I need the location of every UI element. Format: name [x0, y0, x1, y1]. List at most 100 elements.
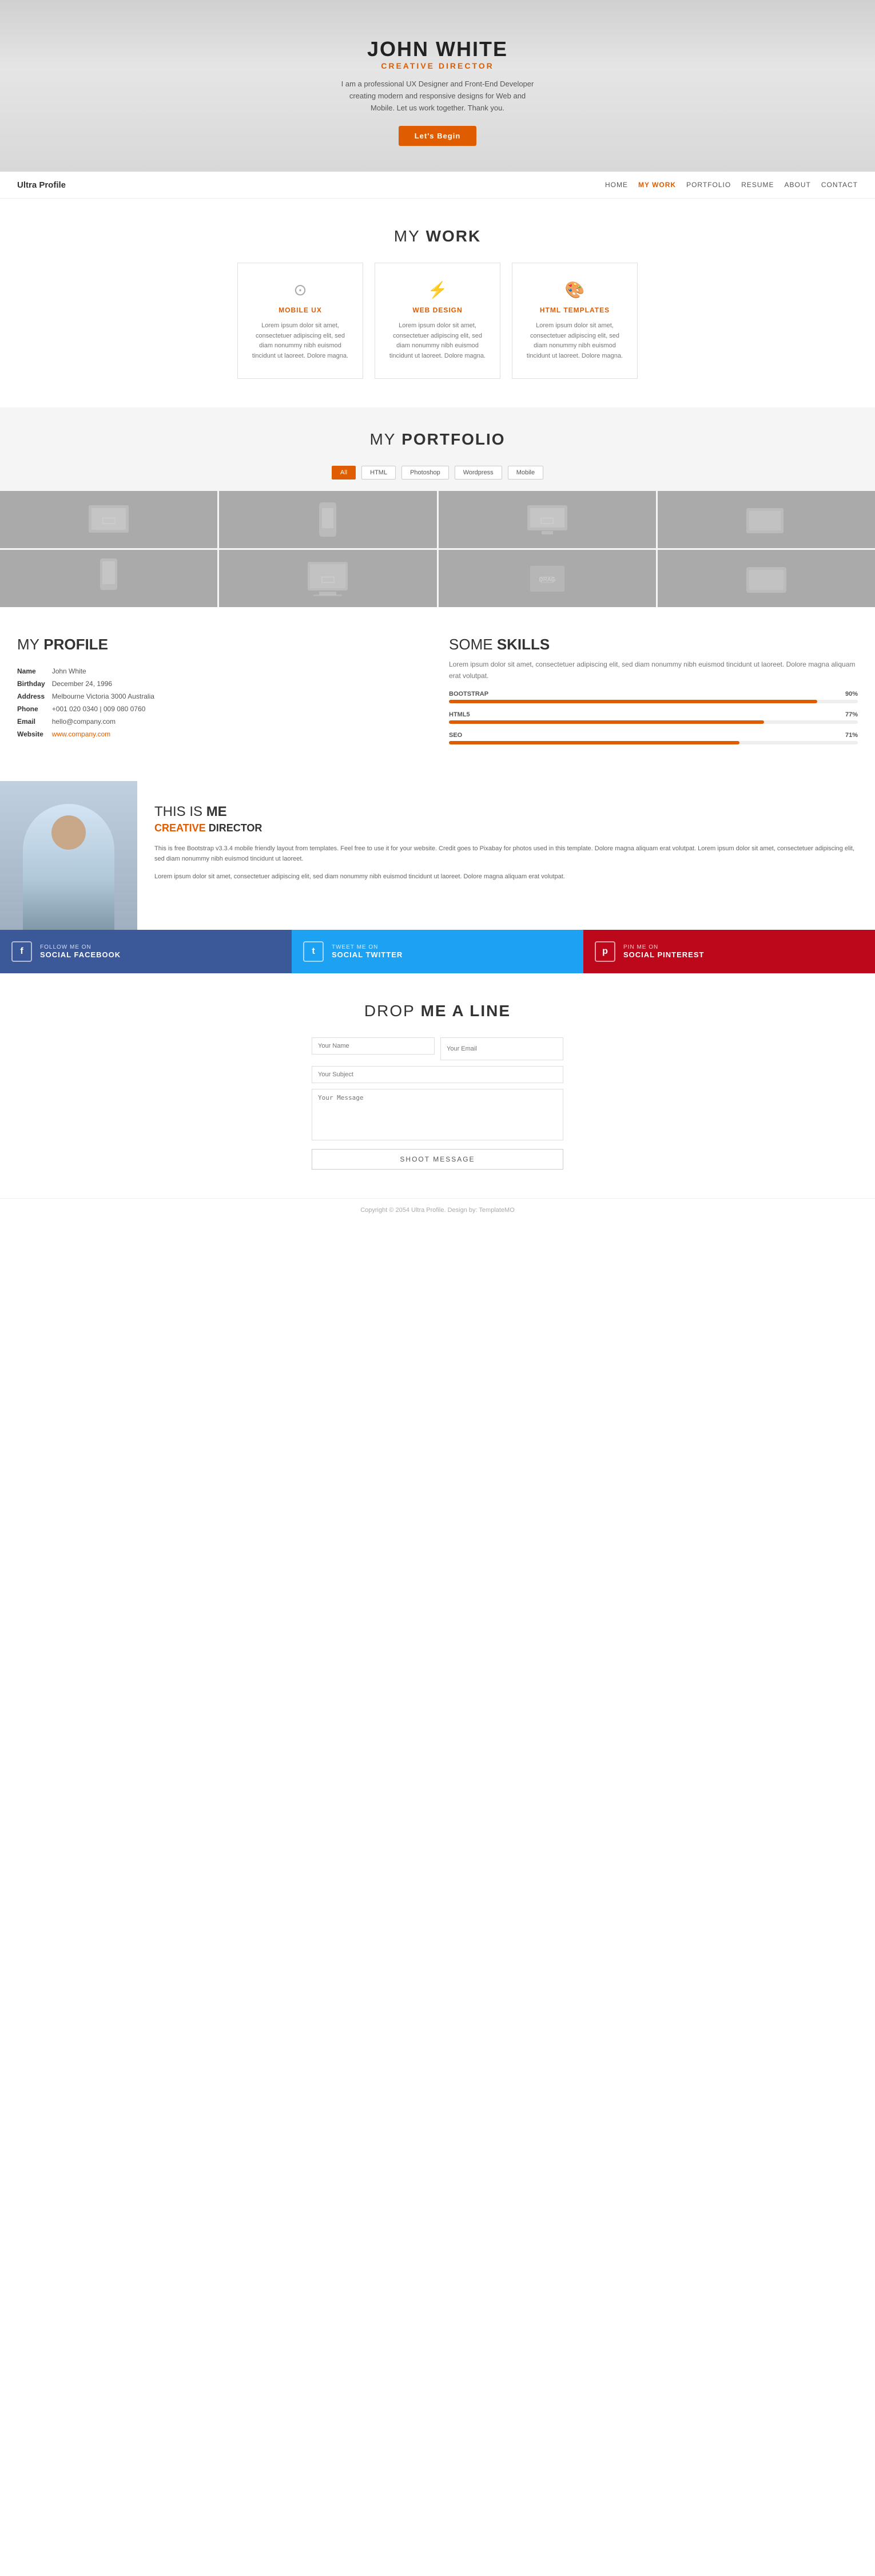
navbar: Ultra Profile HOME MY WORK PORTFOLIO RES…	[0, 172, 875, 199]
profile-table: Name John White Birthday December 24, 19…	[17, 665, 161, 740]
nav-about[interactable]: ABOUT	[785, 181, 811, 189]
nav-contact[interactable]: CONTACT	[821, 181, 858, 189]
skill-html5-bar-bg	[449, 720, 858, 724]
nav-resume[interactable]: RESUME	[741, 181, 774, 189]
portfolio-image-6: DRAG	[439, 550, 656, 607]
skill-seo-bar-bg	[449, 741, 858, 744]
footer-text: Copyright © 2054 Ultra Profile. Design b…	[360, 1207, 515, 1214]
skill-bootstrap-bar	[449, 700, 817, 703]
profile-row-name: Name John White	[17, 665, 161, 677]
contact-email-input[interactable]	[440, 1037, 563, 1060]
this-is-me-section: THIS IS ME CREATIVE DIRECTOR This is fre…	[0, 781, 875, 930]
portfolio-item-7[interactable]	[658, 550, 875, 607]
contact-name-input[interactable]	[312, 1037, 435, 1055]
portfolio-item-0[interactable]	[0, 491, 217, 548]
person-silhouette	[23, 804, 114, 930]
profile-row-address: Address Melbourne Victoria 3000 Australi…	[17, 690, 161, 703]
my-work-section: MY WORK ⊙ MOBILE UX Lorem ipsum dolor si…	[0, 199, 875, 407]
work-card-web-design: ⚡ WEB DESIGN Lorem ipsum dolor sit amet,…	[375, 263, 500, 379]
profile-label-email: Email	[17, 715, 52, 728]
skill-seo: SEO 71%	[449, 732, 858, 744]
skill-bootstrap-label: BOOTSTRAP 90%	[449, 691, 858, 697]
contact-section: DROP ME A LINE SHOOT MESSAGE	[0, 973, 875, 1198]
web-design-icon: ⚡	[387, 280, 488, 299]
portfolio-title: MY PORTFOLIO	[0, 430, 875, 449]
profile-column: MY PROFILE Name John White Birthday Dece…	[17, 636, 426, 752]
filter-photoshop[interactable]: Photoshop	[401, 466, 449, 479]
profile-label-birthday: Birthday	[17, 677, 52, 690]
skills-section-title: SOME SKILLS	[449, 636, 858, 653]
skill-html5-label: HTML5 77%	[449, 711, 858, 718]
portfolio-image-2	[439, 491, 656, 548]
skill-html5: HTML5 77%	[449, 711, 858, 724]
my-work-title: MY WORK	[17, 227, 858, 245]
me-text-column: THIS IS ME CREATIVE DIRECTOR This is fre…	[137, 781, 875, 930]
filter-html[interactable]: HTML	[361, 466, 396, 479]
contact-subject-input[interactable]	[312, 1066, 563, 1083]
contact-name-email-row	[312, 1037, 563, 1060]
work-card-html-templates: 🎨 HTML TEMPLATES Lorem ipsum dolor sit a…	[512, 263, 638, 379]
work-card-title-1: WEB DESIGN	[387, 306, 488, 314]
portfolio-filters: All HTML Photoshop Wordpress Mobile	[0, 466, 875, 479]
portfolio-item-5[interactable]	[219, 550, 436, 607]
this-is-me-subtitle: CREATIVE DIRECTOR	[154, 822, 858, 834]
skill-seo-label: SEO 71%	[449, 732, 858, 739]
pinterest-icon: p	[595, 941, 615, 962]
svg-text:DRAG: DRAG	[539, 577, 555, 583]
social-facebook[interactable]: f FOLLOW ME ON SOCIAL FACEBOOK	[0, 930, 292, 973]
portfolio-grid: DRAG	[0, 491, 875, 607]
this-is-me-title: THIS IS ME	[154, 804, 858, 820]
portfolio-image-4	[0, 550, 217, 607]
html-templates-icon: 🎨	[524, 280, 626, 299]
skill-bootstrap-bar-bg	[449, 700, 858, 703]
work-card-desc-1: Lorem ipsum dolor sit amet, consectetuer…	[387, 321, 488, 361]
portfolio-item-4[interactable]	[0, 550, 217, 607]
person-head	[51, 815, 86, 850]
profile-label-address: Address	[17, 690, 52, 703]
contact-title: DROP ME A LINE	[17, 1002, 858, 1020]
this-is-me-para2: Lorem ipsum dolor sit amet, consectetuer…	[154, 871, 858, 882]
social-bar: f FOLLOW ME ON SOCIAL FACEBOOK t TWEET M…	[0, 930, 875, 973]
filter-mobile[interactable]: Mobile	[508, 466, 543, 479]
hero-cta-button[interactable]: Let's Begin	[399, 126, 477, 146]
portfolio-image-7	[658, 550, 875, 607]
profile-label-website: Website	[17, 728, 52, 740]
portfolio-section: MY PORTFOLIO All HTML Photoshop Wordpres…	[0, 407, 875, 607]
skill-seo-bar	[449, 741, 739, 744]
skills-description: Lorem ipsum dolor sit amet, consectetuer…	[449, 659, 858, 681]
hero-content: JOHN WHITE CREATIVE DIRECTOR I am a prof…	[340, 37, 535, 145]
this-is-me-para1: This is free Bootstrap v3.3.4 mobile fri…	[154, 843, 858, 865]
nav-portfolio[interactable]: PORTFOLIO	[686, 181, 731, 189]
portfolio-item-6[interactable]: DRAG	[439, 550, 656, 607]
portfolio-item-3[interactable]	[658, 491, 875, 548]
portfolio-image-1	[219, 491, 436, 548]
profile-value-phone: +001 020 0340 | 009 080 0760	[52, 703, 161, 715]
social-pinterest-text: PIN ME ON SOCIAL PINTEREST	[623, 944, 704, 959]
twitter-icon: t	[303, 941, 324, 962]
profile-value-email: hello@company.com	[52, 715, 161, 728]
portfolio-image-3	[658, 491, 875, 548]
hero-description: I am a professional UX Designer and Fron…	[340, 78, 535, 114]
profile-row-website: Website www.company.com	[17, 728, 161, 740]
skill-html5-bar	[449, 720, 764, 724]
nav-home[interactable]: HOME	[605, 181, 628, 189]
nav-my-work[interactable]: MY WORK	[638, 181, 676, 189]
filter-all[interactable]: All	[332, 466, 356, 479]
social-facebook-text: FOLLOW ME ON SOCIAL FACEBOOK	[40, 944, 121, 959]
contact-message-input[interactable]	[312, 1089, 563, 1140]
portfolio-image-0	[0, 491, 217, 548]
portfolio-item-1[interactable]	[219, 491, 436, 548]
hero-section: JOHN WHITE CREATIVE DIRECTOR I am a prof…	[0, 0, 875, 172]
social-pinterest[interactable]: p PIN ME ON SOCIAL PINTEREST	[583, 930, 875, 973]
contact-submit-button[interactable]: SHOOT MESSAGE	[312, 1149, 563, 1170]
profile-row-phone: Phone +001 020 0340 | 009 080 0760	[17, 703, 161, 715]
skills-column: SOME SKILLS Lorem ipsum dolor sit amet, …	[449, 636, 858, 752]
portfolio-item-2[interactable]	[439, 491, 656, 548]
profile-value-website: www.company.com	[52, 728, 161, 740]
work-card-title-0: MOBILE UX	[249, 306, 351, 314]
nav-links: HOME MY WORK PORTFOLIO RESUME ABOUT CONT…	[605, 180, 858, 190]
profile-label-phone: Phone	[17, 703, 52, 715]
profile-row-birthday: Birthday December 24, 1996	[17, 677, 161, 690]
filter-wordpress[interactable]: Wordpress	[455, 466, 502, 479]
social-twitter[interactable]: t TWEET ME ON SOCIAL TWITTER	[292, 930, 583, 973]
